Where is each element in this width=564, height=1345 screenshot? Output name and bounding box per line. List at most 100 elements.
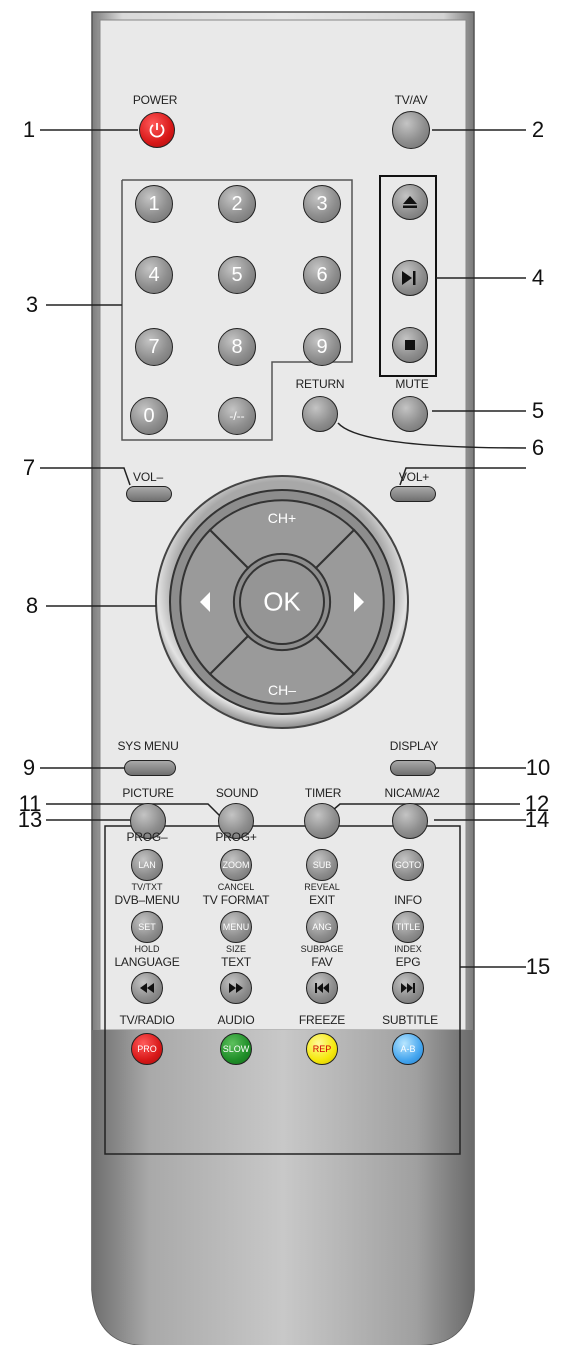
ch-minus-button[interactable]: CH–: [268, 682, 296, 698]
power-label: POWER: [132, 93, 178, 107]
left-arrow-button[interactable]: [190, 590, 220, 614]
tvav-button[interactable]: [392, 111, 430, 149]
slow-green-button[interactable]: SLOW: [220, 1033, 252, 1065]
sys-menu-button[interactable]: [124, 760, 176, 776]
remote-control-diagram: 1 2 3 4 5 6 7 8 9 10 11 12 13 14 15 POWE…: [0, 0, 564, 1345]
tv-txt-label: TV/TXT: [131, 882, 163, 892]
digit-dash-button[interactable]: -/--: [218, 397, 256, 435]
vol-plus-button[interactable]: [390, 486, 436, 502]
previous-button[interactable]: [306, 972, 338, 1004]
pro-red-button[interactable]: PRO: [131, 1033, 163, 1065]
digit-4-button[interactable]: 4: [135, 256, 173, 294]
callout-14: 14: [524, 807, 550, 832]
hold-label: HOLD: [134, 944, 160, 954]
play-pause-icon: [402, 271, 416, 285]
callout-6: 6: [531, 435, 545, 460]
callout-4: 4: [531, 265, 545, 290]
tvav-label: TV/AV: [394, 93, 428, 107]
sound-label: SOUND: [215, 786, 259, 800]
text-label: TEXT: [221, 955, 251, 969]
menu-button[interactable]: MENU: [220, 911, 252, 943]
prog-plus-label: PROG+: [215, 830, 257, 844]
index-label: INDEX: [394, 944, 422, 954]
callout-10: 10: [525, 755, 551, 780]
goto-button[interactable]: GOTO: [392, 849, 424, 881]
subtitle-label: SUBTITLE: [382, 1013, 438, 1027]
lan-button[interactable]: LAN: [131, 849, 163, 881]
digit-9-button[interactable]: 9: [303, 328, 341, 366]
display-label: DISPLAY: [389, 739, 439, 753]
return-label: RETURN: [295, 377, 345, 391]
epg-label: EPG: [395, 955, 421, 969]
timer-button[interactable]: [304, 803, 340, 839]
fast-forward-icon: [229, 983, 243, 993]
skip-previous-icon: [315, 983, 329, 993]
audio-label: AUDIO: [217, 1013, 255, 1027]
skip-next-icon: [401, 983, 415, 993]
callout-8: 8: [25, 593, 39, 618]
display-button[interactable]: [390, 760, 436, 776]
callout-7: 7: [22, 455, 36, 480]
power-icon: [149, 123, 165, 138]
ab-blue-button[interactable]: A-B: [392, 1033, 424, 1065]
rewind-icon: [140, 983, 154, 993]
digit-5-button[interactable]: 5: [218, 256, 256, 294]
rewind-button[interactable]: [131, 972, 163, 1004]
power-button[interactable]: [139, 112, 175, 148]
tv-format-label: TV FORMAT: [202, 893, 270, 907]
callout-2: 2: [531, 117, 545, 142]
tv-radio-label: TV/RADIO: [119, 1013, 175, 1027]
reveal-label: REVEAL: [304, 882, 340, 892]
mute-button[interactable]: [392, 396, 428, 432]
digit-2-button[interactable]: 2: [218, 185, 256, 223]
sub-button[interactable]: SUB: [306, 849, 338, 881]
digit-3-button[interactable]: 3: [303, 185, 341, 223]
right-arrow-button[interactable]: [344, 590, 374, 614]
dvb-menu-label: DVB–MENU: [114, 893, 180, 907]
digit-7-button[interactable]: 7: [135, 328, 173, 366]
digit-1-button[interactable]: 1: [135, 185, 173, 223]
cancel-label: CANCEL: [217, 882, 255, 892]
ang-button[interactable]: ANG: [306, 911, 338, 943]
callout-15: 15: [525, 954, 551, 979]
digit-0-button[interactable]: 0: [130, 397, 168, 435]
size-label: SIZE: [225, 944, 247, 954]
set-button[interactable]: SET: [131, 911, 163, 943]
vol-plus-label: VOL+: [398, 470, 430, 484]
eject-button[interactable]: [392, 184, 428, 220]
sys-menu-label: SYS MENU: [117, 739, 179, 753]
callout-9: 9: [22, 755, 36, 780]
nicam-a2-button[interactable]: [392, 803, 428, 839]
nicam-label: NICAM/A2: [384, 786, 440, 800]
fav-label: FAV: [311, 955, 333, 969]
picture-label: PICTURE: [122, 786, 174, 800]
title-button[interactable]: TITLE: [392, 911, 424, 943]
rep-yellow-button[interactable]: REP: [306, 1033, 338, 1065]
language-label: LANGUAGE: [114, 955, 180, 969]
fast-forward-button[interactable]: [220, 972, 252, 1004]
exit-label: EXIT: [309, 893, 335, 907]
ch-plus-button[interactable]: CH+: [268, 510, 296, 526]
callout-5: 5: [531, 398, 545, 423]
remote-body: [40, 11, 527, 1345]
prog-minus-label: PROG–: [126, 830, 168, 844]
callout-13: 13: [17, 807, 43, 832]
vol-minus-label: VOL–: [133, 470, 163, 484]
freeze-label: FREEZE: [298, 1013, 346, 1027]
digit-6-button[interactable]: 6: [303, 256, 341, 294]
subpage-label: SUBPAGE: [300, 944, 344, 954]
callout-3: 3: [25, 292, 39, 317]
digit-8-button[interactable]: 8: [218, 328, 256, 366]
zoom-button[interactable]: ZOOM: [220, 849, 252, 881]
vol-minus-button[interactable]: [126, 486, 172, 502]
play-pause-button[interactable]: [392, 260, 428, 296]
callout-1: 1: [22, 117, 36, 142]
ok-button[interactable]: OK: [263, 587, 301, 618]
info-label: INFO: [394, 893, 422, 907]
next-button[interactable]: [392, 972, 424, 1004]
return-button[interactable]: [302, 396, 338, 432]
eject-icon: [403, 196, 417, 208]
mute-label: MUTE: [395, 377, 429, 391]
stop-icon: [405, 340, 415, 350]
stop-button[interactable]: [392, 327, 428, 363]
